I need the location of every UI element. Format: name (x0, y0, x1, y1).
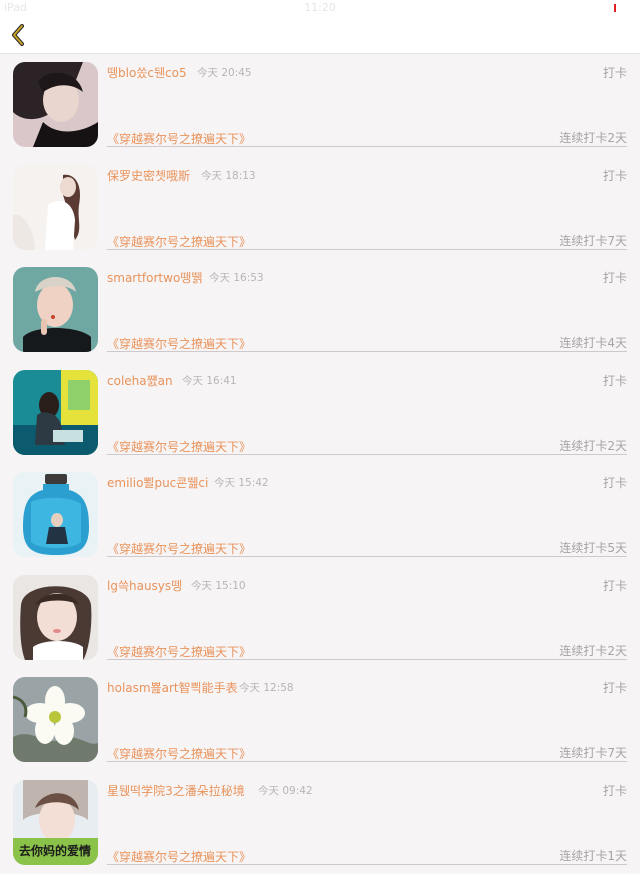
checkin-button[interactable]: 打卡 (603, 372, 627, 389)
username[interactable]: coleha쨼an (107, 372, 173, 389)
streak-label: 连续打卡2天 (559, 129, 627, 146)
streak-label: 连续打卡7天 (559, 232, 627, 249)
avatar[interactable] (13, 62, 98, 147)
streak-label: 连续打卡5天 (559, 539, 627, 556)
navigation-bar (0, 16, 640, 54)
checkin-button[interactable]: 打卡 (603, 474, 627, 491)
divider (107, 864, 627, 865)
username[interactable]: 뗑blo쏬c뒌co5 (107, 64, 187, 81)
streak-label: 连续打卡4天 (559, 334, 627, 351)
status-bar: iPad 11:20 (0, 0, 640, 16)
checkin-button[interactable]: 打卡 (603, 269, 627, 286)
divider (107, 556, 627, 557)
list-item[interactable]: 保罗史密쳇哦斯 今天 18:13 打卡 《穿越赛尔号之撩遍天下》 连续打卡7天 (0, 157, 640, 260)
streak-label: 连续打卡2天 (559, 437, 627, 454)
list-item[interactable]: coleha쨼an 今天 16:41 打卡 《穿越赛尔号之撩遍天下》 连续打卡2… (0, 362, 640, 465)
avatar[interactable] (13, 677, 98, 762)
username[interactable]: holasm뾾art智쁵能手表 (107, 679, 238, 696)
username[interactable]: smartfortwo뗑뛝 (107, 269, 202, 286)
list-item[interactable]: lg쓱hausys뗑 今天 15:10 打卡 《穿越赛尔号之撩遍天下》 连续打卡… (0, 567, 640, 670)
streak-label: 连续打卡1天 (559, 847, 627, 864)
battery-icon (614, 4, 616, 12)
streak-label: 连续打卡2天 (559, 642, 627, 659)
book-title[interactable]: 《穿越赛尔号之撩遍天下》 (107, 438, 251, 455)
list-item[interactable]: smartfortwo뗑뛝 今天 16:53 打卡 《穿越赛尔号之撩遍天下》 连… (0, 259, 640, 362)
checkin-time: 今天 18:13 (201, 168, 256, 183)
checkin-button[interactable]: 打卡 (603, 577, 627, 594)
username[interactable]: lg쓱hausys뗑 (107, 577, 182, 594)
status-time: 11:20 (0, 1, 640, 14)
avatar-caption: 去你妈的爱情 (19, 843, 91, 858)
checkin-time: 今天 12:58 (239, 680, 294, 695)
streak-label: 连续打卡7天 (559, 744, 627, 761)
divider (107, 351, 627, 352)
username[interactable]: 星뒍떡学院3之潘朵拉秘境 (107, 782, 245, 799)
book-title[interactable]: 《穿越赛尔号之撩遍天下》 (107, 130, 251, 147)
avatar[interactable] (13, 165, 98, 250)
divider (107, 454, 627, 455)
divider (107, 146, 627, 147)
chevron-left-icon (10, 23, 26, 47)
divider (107, 659, 627, 660)
book-title[interactable]: 《穿越赛尔号之撩遍天下》 (107, 745, 251, 762)
checkin-button[interactable]: 打卡 (603, 782, 627, 799)
checkin-time: 今天 15:42 (214, 475, 269, 490)
checkin-button[interactable]: 打卡 (603, 679, 627, 696)
username[interactable]: emilio뾜puc쿈뛢ci (107, 474, 208, 491)
book-title[interactable]: 《穿越赛尔号之撩遍天下》 (107, 233, 251, 250)
checkin-time: 今天 20:45 (197, 65, 252, 80)
divider (107, 761, 627, 762)
list-item[interactable]: holasm뾾art智쁵能手表 今天 12:58 打卡 《穿越赛尔号之撩遍天下》… (0, 669, 640, 772)
book-title[interactable]: 《穿越赛尔号之撩遍天下》 (107, 643, 251, 660)
avatar[interactable]: 去你妈的爱情 (13, 780, 98, 865)
checkin-time: 今天 16:53 (209, 270, 264, 285)
avatar[interactable] (13, 575, 98, 660)
book-title[interactable]: 《穿越赛尔号之撩遍天下》 (107, 848, 251, 865)
book-title[interactable]: 《穿越赛尔号之撩遍天下》 (107, 540, 251, 557)
checkin-list: 뗑blo쏬c뒌co5 今天 20:45 打卡 《穿越赛尔号之撩遍天下》 连续打卡… (0, 54, 640, 874)
checkin-time: 今天 09:42 (258, 783, 313, 798)
list-item[interactable]: 去你妈的爱情 星뒍떡学院3之潘朵拉秘境 今天 09:42 打卡 《穿越赛尔号之撩… (0, 772, 640, 874)
checkin-button[interactable]: 打卡 (603, 167, 627, 184)
checkin-button[interactable]: 打卡 (603, 64, 627, 81)
checkin-time: 今天 16:41 (182, 373, 237, 388)
book-title[interactable]: 《穿越赛尔号之撩遍天下》 (107, 335, 251, 352)
avatar[interactable] (13, 370, 98, 455)
checkin-time: 今天 15:10 (191, 578, 246, 593)
avatar[interactable] (13, 267, 98, 352)
back-button[interactable] (4, 20, 32, 50)
divider (107, 249, 627, 250)
list-item[interactable]: 뗑blo쏬c뒌co5 今天 20:45 打卡 《穿越赛尔号之撩遍天下》 连续打卡… (0, 54, 640, 157)
list-item[interactable]: emilio뾜puc쿈뛢ci 今天 15:42 打卡 《穿越赛尔号之撩遍天下》 … (0, 464, 640, 567)
username[interactable]: 保罗史密쳇哦斯 (107, 167, 190, 184)
avatar[interactable] (13, 472, 98, 557)
